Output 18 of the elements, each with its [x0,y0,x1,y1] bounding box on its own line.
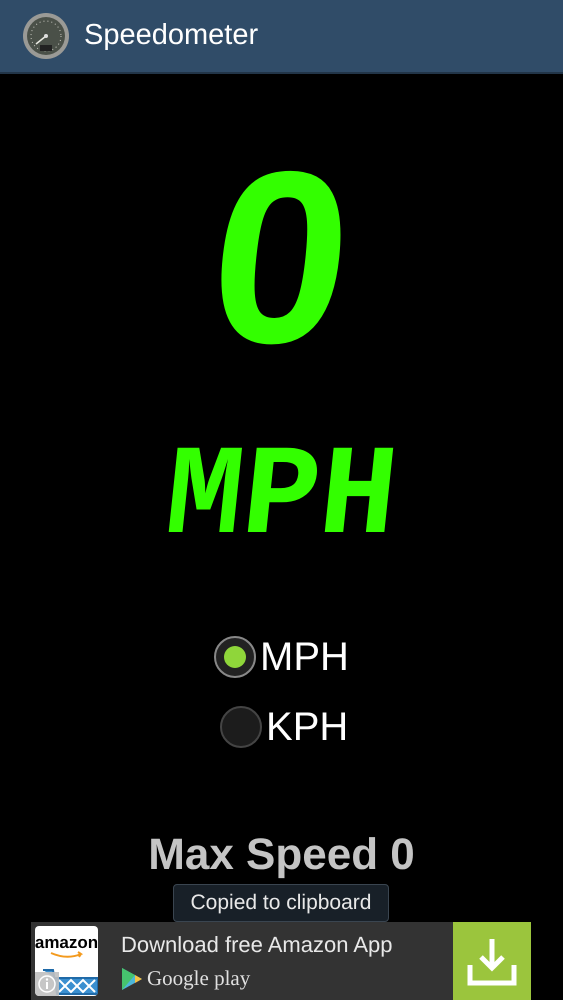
ad-headline: Download free Amazon App [121,930,394,959]
store-label: Google play [147,964,250,992]
speed-unit: MPH [158,435,406,563]
unit-radio-option[interactable]: MPH [214,636,349,678]
info-icon[interactable] [35,972,59,996]
radio-button[interactable] [214,636,256,678]
unit-radio-option[interactable]: KPH [220,706,348,748]
ad-banner[interactable]: amazon Download free Amazon App Google play [31,922,531,1000]
speedometer-gauge-icon[interactable] [22,12,70,60]
smile-arrow-icon [48,951,84,959]
amazon-logo-text: amazon [35,934,98,951]
max-speed-label: Max Speed 0 [148,833,415,877]
speed-reading: 0 [198,135,366,380]
radio-button[interactable] [220,706,262,748]
download-button[interactable] [453,922,531,1000]
toast-message: Copied to clipboard [173,884,389,922]
app-title: Speedometer [84,18,258,54]
play-store-icon [121,966,143,990]
